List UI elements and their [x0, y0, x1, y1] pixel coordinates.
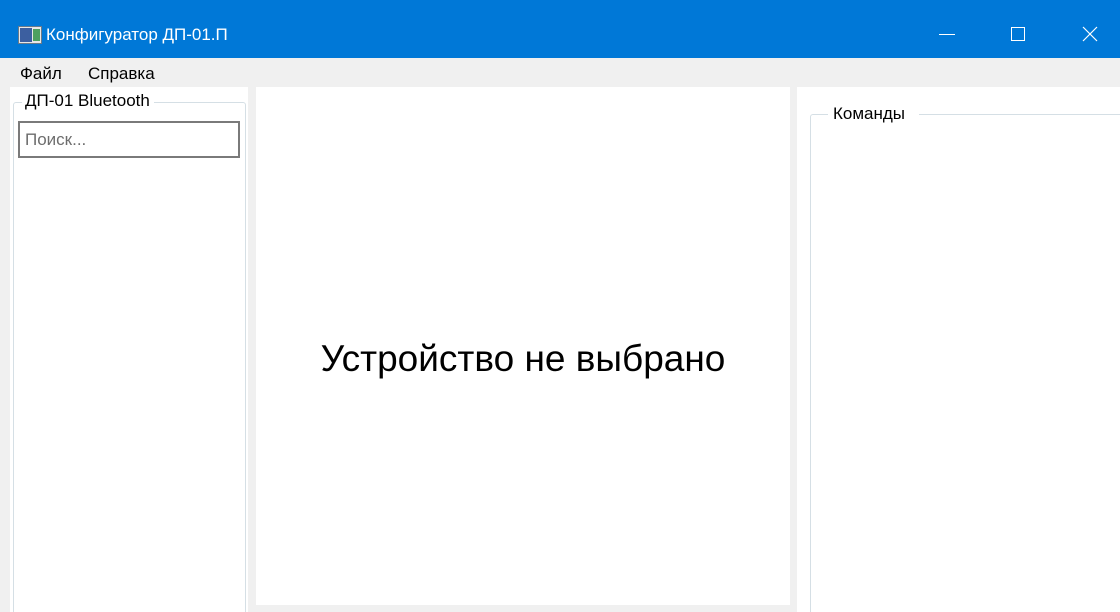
device-view-panel: Устройство не выбрано [256, 87, 790, 605]
close-icon [1082, 26, 1098, 42]
app-window: Конфигуратор ДП-01.П Файл Справка ДП-01 … [0, 0, 1120, 612]
minimize-button[interactable] [923, 10, 971, 58]
menu-help[interactable]: Справка [88, 62, 155, 86]
title-bar[interactable]: Конфигуратор ДП-01.П [0, 0, 1120, 58]
commands-group-box [810, 114, 1120, 612]
close-button[interactable] [1066, 10, 1114, 58]
search-input[interactable] [18, 121, 240, 158]
devices-panel: ДП-01 Bluetooth [10, 87, 248, 612]
devices-group-title: ДП-01 Bluetooth [22, 90, 154, 112]
no-device-message: Устройство не выбрано [320, 338, 726, 379]
devices-group-box [13, 102, 246, 612]
maximize-icon [1011, 27, 1025, 41]
commands-group-title: Команды [828, 103, 920, 125]
menu-file[interactable]: Файл [20, 62, 62, 86]
commands-panel: Команды [797, 87, 1120, 612]
window-title: Конфигуратор ДП-01.П [46, 25, 228, 44]
minimize-icon [939, 33, 955, 35]
app-window-icon [18, 26, 42, 44]
menu-bar: Файл Справка [0, 58, 1120, 87]
maximize-button[interactable] [994, 10, 1042, 58]
